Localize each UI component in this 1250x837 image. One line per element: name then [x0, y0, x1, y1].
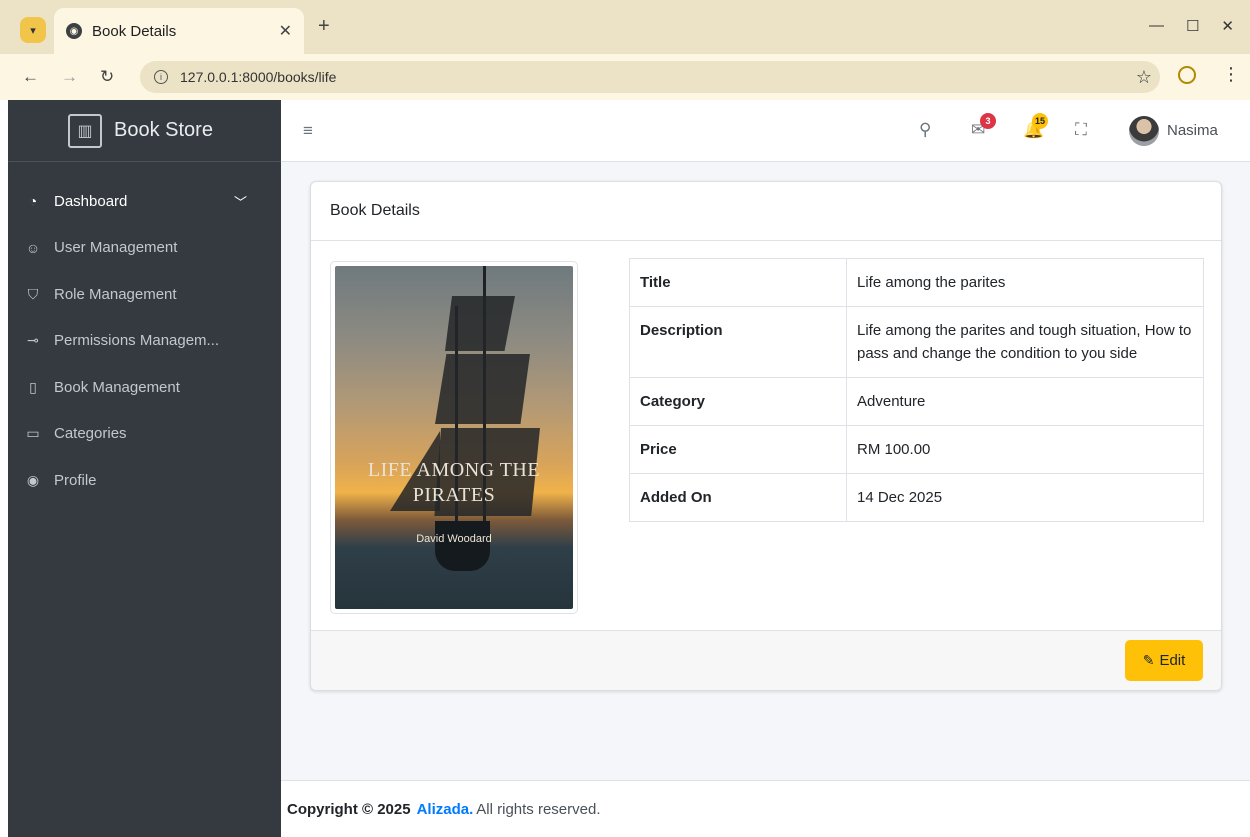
cover-title-text: LIFE AMONG THE PIRATES — [367, 459, 541, 506]
table-row: Added On 14 Dec 2025 — [629, 473, 1204, 522]
copyright-text: Copyright © 2025 — [287, 800, 411, 818]
fullscreen-icon[interactable]: ⛶ — [1075, 120, 1087, 140]
address-bar: ← → ↻ i 127.0.0.1:8000/books/life ☆ ⋮ — [0, 54, 1250, 100]
url-input[interactable]: i 127.0.0.1:8000/books/life ☆ — [140, 61, 1160, 93]
book-details-card: Book Details LIFE AMONG THE PIRATES Davi… — [310, 181, 1222, 691]
sidebar-item-label: Profile — [54, 471, 97, 489]
detail-value: Life among the parites and tough situati… — [846, 306, 1204, 378]
book-cover-image: LIFE AMONG THE PIRATES David Woodard — [335, 266, 573, 609]
page-footer: Copyright © 2025 Alizada. All rights res… — [281, 780, 1250, 837]
sidebar-item-profile[interactable]: ◉ Profile — [8, 457, 281, 504]
chevron-down-icon: ▾ — [30, 24, 36, 37]
card-title: Book Details — [311, 182, 1221, 241]
cover-author-text: David Woodard — [416, 533, 492, 545]
detail-key: Title — [629, 258, 847, 307]
bookmark-star-icon[interactable]: ☆ — [1136, 67, 1152, 88]
footer-suffix: All rights reserved. — [476, 800, 601, 818]
detail-value: Life among the parites — [846, 258, 1204, 307]
sidebar-menu: ◔ Dashboard ﹀ ☺ User Management ⛉ Role M… — [8, 162, 281, 504]
forward-arrow-icon[interactable]: → — [61, 67, 78, 87]
table-row: Title Life among the parites — [629, 258, 1204, 307]
chevron-down-icon: ﹀ — [234, 194, 248, 210]
sidebar-item-label: User Management — [54, 239, 178, 257]
reload-icon[interactable]: ↻ — [100, 67, 114, 87]
more-menu-icon[interactable]: ⋮ — [1222, 64, 1240, 85]
globe-icon: ◉ — [66, 23, 82, 39]
brand-link[interactable]: ▥ Book Store — [8, 100, 281, 162]
avatar[interactable] — [1129, 116, 1159, 146]
window-close-icon[interactable]: ✕ — [1221, 17, 1234, 35]
footer-brand-link[interactable]: Alizada. — [417, 801, 474, 818]
messages-badge: 3 — [980, 113, 996, 129]
key-icon: ⊸ — [27, 332, 39, 349]
close-icon[interactable]: ✕ — [279, 21, 292, 41]
table-row: Category Adventure — [629, 377, 1204, 426]
book-cover-thumbnail: LIFE AMONG THE PIRATES David Woodard — [330, 261, 578, 614]
new-tab-button[interactable]: + — [318, 15, 330, 38]
sidebar: ▥ Book Store ◔ Dashboard ﹀ ☺ User Manage… — [8, 100, 281, 837]
detail-value: RM 100.00 — [846, 425, 1204, 474]
tab-search-button[interactable]: ▾ — [20, 17, 46, 43]
browser-tab[interactable]: ◉ Book Details ✕ — [54, 8, 304, 54]
info-icon[interactable]: i — [154, 70, 168, 84]
left-edge-strip — [0, 100, 8, 837]
app-root: ▥ Book Store ◔ Dashboard ﹀ ☺ User Manage… — [0, 100, 1250, 837]
sidebar-item-categories[interactable]: ▭ Categories — [8, 411, 281, 458]
sidebar-item-label: Categories — [54, 425, 127, 443]
detail-key: Added On — [629, 473, 847, 522]
maximize-icon[interactable]: ☐ — [1186, 17, 1199, 35]
messages-icon[interactable]: ✉ 3 — [971, 113, 996, 140]
detail-key: Category — [629, 377, 847, 426]
tab-title: Book Details — [92, 22, 177, 40]
search-icon[interactable]: ⚲ — [919, 120, 931, 140]
shield-icon: ⛉ — [27, 285, 39, 302]
bookstore-logo-icon: ▥ — [68, 113, 102, 148]
user-circle-icon: ◉ — [26, 471, 40, 488]
detail-key: Price — [629, 425, 847, 474]
book-details-table: Title Life among the parites Description… — [629, 258, 1204, 522]
edit-icon: ✎ — [1142, 652, 1155, 668]
sidebar-item-dashboard[interactable]: ◔ Dashboard ﹀ — [8, 178, 281, 225]
back-arrow-icon[interactable]: ← — [22, 67, 39, 87]
sidebar-item-role-management[interactable]: ⛉ Role Management — [8, 271, 281, 318]
sidebar-item-label: Dashboard — [54, 192, 128, 210]
book-open-icon: ▯ — [29, 378, 37, 395]
sidebar-item-label: Book Management — [54, 378, 180, 396]
window-controls: — ☐ ✕ — [1149, 17, 1234, 35]
gauge-icon: ◔ — [28, 193, 38, 210]
sidebar-item-user-management[interactable]: ☺ User Management — [8, 225, 281, 272]
notifications-badge: 15 — [1032, 113, 1049, 129]
table-row: Description Life among the parites and t… — [629, 306, 1204, 378]
bell-icon[interactable]: 🔔 15 — [1023, 113, 1049, 140]
table-row: Price RM 100.00 — [629, 425, 1204, 474]
sidebar-item-label: Role Management — [54, 285, 177, 303]
sidebar-item-book-management[interactable]: ▯ Book Management — [8, 364, 281, 411]
profile-account-icon[interactable] — [1178, 66, 1196, 84]
detail-value: Adventure — [846, 377, 1204, 426]
hamburger-menu-icon[interactable]: ≡ — [303, 121, 313, 141]
sidebar-item-permissions-management[interactable]: ⊸ Permissions Managem... — [8, 318, 281, 365]
brand-name: Book Store — [114, 119, 213, 141]
edit-button[interactable]: ✎ Edit — [1125, 640, 1203, 681]
detail-value: 14 Dec 2025 — [846, 473, 1204, 522]
card-footer: ✎ Edit — [311, 630, 1221, 690]
minimize-icon[interactable]: — — [1149, 17, 1164, 35]
edit-button-label: Edit — [1159, 652, 1186, 669]
user-name[interactable]: Nasima — [1167, 122, 1218, 139]
users-icon: ☺ — [25, 239, 41, 256]
browser-tab-bar: ▾ ◉ Book Details ✕ + — ☐ ✕ — [0, 0, 1250, 54]
folder-icon: ▭ — [26, 425, 40, 442]
top-navbar: ≡ ⚲ ✉ 3 🔔 15 ⛶ Nasima — [281, 100, 1250, 162]
url-text: 127.0.0.1:8000/books/life — [180, 69, 337, 85]
sidebar-item-label: Permissions Managem... — [54, 332, 220, 350]
detail-key: Description — [629, 306, 847, 378]
